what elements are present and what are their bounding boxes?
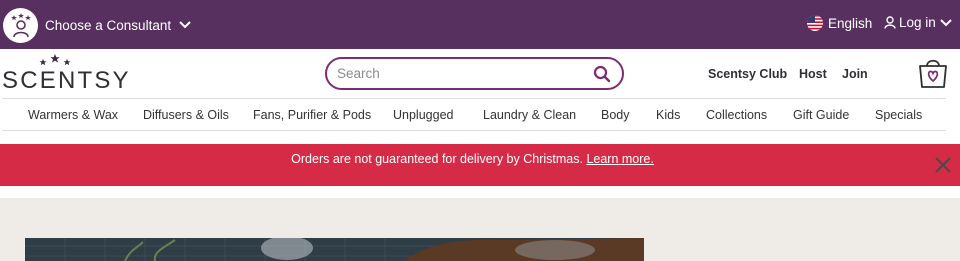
consultant-label: Choose a Consultant: [45, 17, 172, 33]
nav-collections[interactable]: Collections: [706, 108, 767, 122]
alert-message-row: Orders are not guaranteed for delivery b…: [0, 152, 945, 166]
logo-stars-icon: [39, 54, 71, 66]
alert-banner: Orders are not guaranteed for delivery b…: [0, 144, 960, 186]
choose-consultant-button[interactable]: Choose a Consultant: [3, 7, 191, 43]
nav-body[interactable]: Body: [601, 108, 630, 122]
user-icon: [884, 16, 896, 29]
search-icon[interactable]: [593, 65, 611, 83]
search-input[interactable]: [337, 66, 577, 81]
cart-button[interactable]: [918, 56, 948, 89]
nav-fans-purifier-pods[interactable]: Fans, Purifier & Pods: [253, 108, 371, 122]
top-bar: Choose a Consultant English Log in: [0, 0, 960, 49]
chevron-down-icon: [940, 18, 952, 27]
search-box[interactable]: [325, 57, 624, 90]
close-icon[interactable]: [935, 157, 951, 173]
hero-image[interactable]: [25, 238, 644, 261]
scentsy-logo[interactable]: SCENTSY: [2, 54, 129, 94]
nav-laundry-clean[interactable]: Laundry & Clean: [483, 108, 576, 122]
host-link[interactable]: Host: [799, 67, 827, 81]
nav-specials[interactable]: Specials: [875, 108, 922, 122]
us-flag-icon: [807, 15, 823, 31]
nav-divider-bottom: [2, 130, 946, 131]
nav-diffusers-oils[interactable]: Diffusers & Oils: [143, 108, 229, 122]
nav-kids[interactable]: Kids: [656, 108, 680, 122]
language-selector[interactable]: English: [807, 15, 872, 31]
nav-gift-guide[interactable]: Gift Guide: [793, 108, 849, 122]
learn-more-link[interactable]: Learn more.: [586, 152, 653, 166]
scentsy-club-link[interactable]: Scentsy Club: [708, 67, 787, 81]
chevron-down-icon: [179, 21, 191, 29]
alert-message: Orders are not guaranteed for delivery b…: [291, 152, 583, 166]
nav-unplugged[interactable]: Unplugged: [393, 108, 453, 122]
nav-divider-top: [2, 98, 946, 99]
join-link[interactable]: Join: [842, 67, 868, 81]
language-label: English: [828, 15, 873, 31]
logo-wordmark: SCENTSY: [2, 67, 131, 94]
nav-warmers-wax[interactable]: Warmers & Wax: [28, 108, 118, 122]
login-label: Log in: [899, 15, 936, 30]
login-button[interactable]: Log in: [884, 15, 952, 30]
consultant-avatar-icon: [3, 7, 38, 43]
shopping-bag-icon: [919, 59, 947, 88]
